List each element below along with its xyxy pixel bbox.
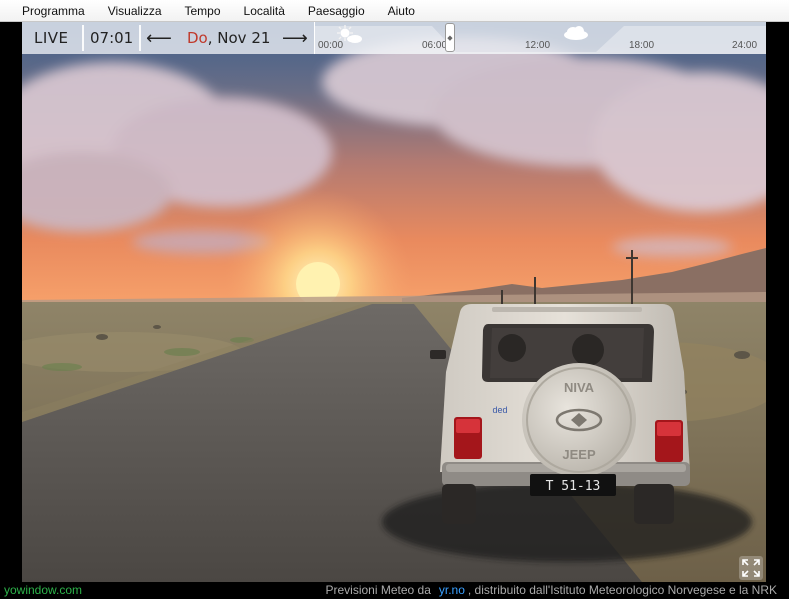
day-timeline[interactable]: 00:00 06:00 12:00 18:00 24:00 ◆ [314,22,766,54]
cloud-icon [564,26,588,40]
day-label: Do [187,29,208,47]
fullscreen-button[interactable] [739,556,763,580]
live-button[interactable]: LIVE [34,22,69,54]
menu-programma[interactable]: Programma [10,2,96,20]
spare-cover-bottom-text: JEEP [562,447,596,462]
brand-link[interactable]: yowindow.com [4,583,82,597]
next-day-arrow-icon[interactable]: ⟶ [282,22,308,54]
tick-label: 06:00 [422,40,448,51]
menu-localita[interactable]: Località [232,2,296,20]
tick-label: 24:00 [732,40,758,51]
date-display: Do, Nov 21 [187,22,270,54]
yr-no-link[interactable]: yr.no [439,583,465,597]
menu-paesaggio[interactable]: Paesaggio [296,2,376,20]
forecast-credits: Previsioni Meteo da yr.no, distribuito da… [325,583,777,597]
license-plate-text: T 51-13 [546,479,601,494]
current-time: 07:01 [90,29,134,47]
landscape-illustration: NIVA JEEP ded T 51-13 [22,22,766,582]
credit-prefix: Previsioni Meteo da [325,583,431,597]
car-sticker-text: ded [492,405,507,415]
weather-scene: NIVA JEEP ded T 51-13 [22,22,766,582]
time-bar: LIVE 07:01 ⟵ Do, Nov 21 ⟶ 00:00 06:00 12… [22,22,766,54]
divider [139,25,141,51]
previous-day-arrow-icon[interactable]: ⟵ [146,22,172,54]
menu-visualizza[interactable]: Visualizza [96,2,173,20]
menu-tempo[interactable]: Tempo [173,2,232,20]
credit-suffix: , distribuito dall'Istituto Meteorologic… [467,583,777,597]
tick-label: 00:00 [318,40,344,51]
expand-icon [742,559,760,577]
tick-label: 18:00 [629,40,655,51]
spare-cover-top-text: NIVA [564,380,595,395]
menu-bar: Programma Visualizza Tempo Località Paes… [0,0,789,22]
footer: yowindow.com Previsioni Meteo da yr.no, d… [0,582,789,599]
menu-aiuto[interactable]: Aiuto [376,2,426,20]
date-label: , Nov 21 [207,29,271,47]
yowindow-app: Programma Visualizza Tempo Località Paes… [0,0,789,599]
tick-label: 12:00 [525,40,551,51]
divider [82,25,84,51]
timeline-slider-handle[interactable]: ◆ [445,23,455,52]
